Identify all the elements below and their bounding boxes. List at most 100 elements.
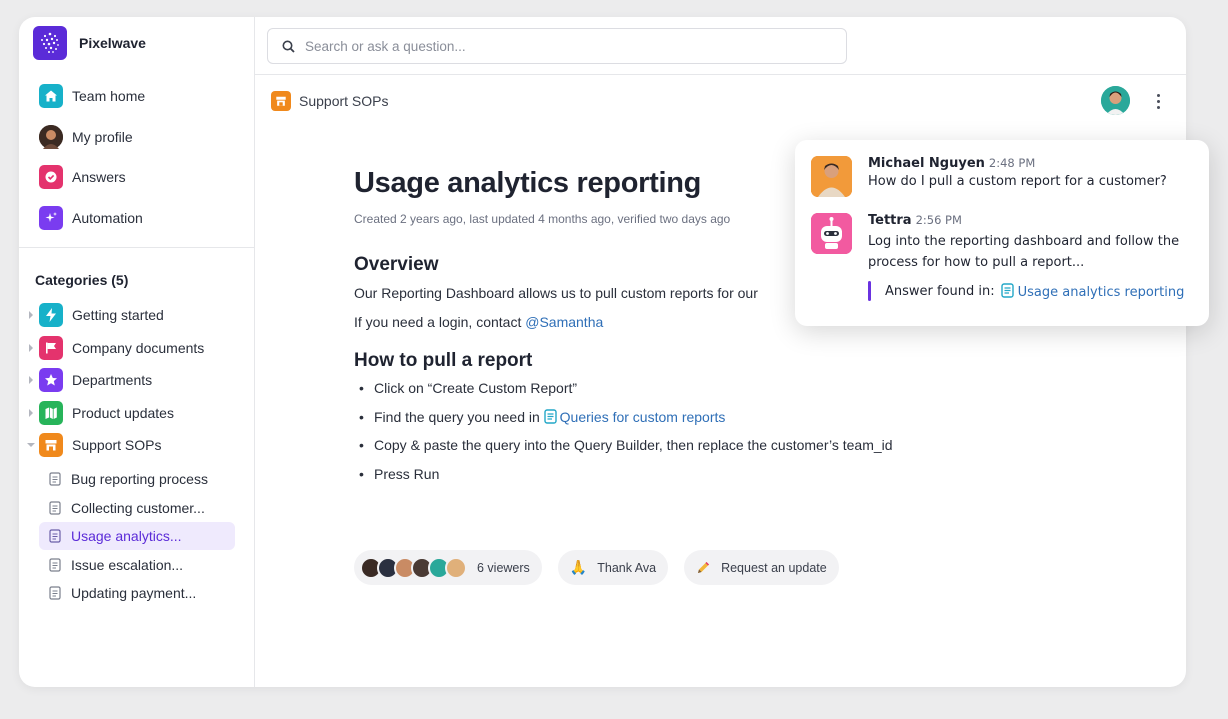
message-text: Log into the reporting dashboard and fol… [868, 234, 1180, 270]
doc-collecting-customer[interactable]: Collecting customer... [39, 494, 235, 522]
category-label: Company documents [72, 339, 205, 356]
message-author: Tettra 2:56 PM [868, 213, 1188, 228]
category-departments[interactable]: Departments [23, 367, 204, 393]
more-options-icon[interactable] [1151, 90, 1165, 112]
answers-icon [39, 165, 63, 190]
store-icon [39, 433, 63, 457]
queries-link[interactable]: Queries for custom reports [543, 408, 726, 425]
store-icon [271, 91, 291, 111]
nav-team-home[interactable]: Team home [39, 83, 145, 109]
step-item: Click on “Create Custom Report” [354, 380, 994, 409]
chat-message-user: Michael Nguyen 2:48 PM How do I pull a cu… [811, 156, 1167, 197]
nav-label: Automation [72, 209, 143, 226]
avatar [811, 156, 852, 197]
main-nav: Team home My profile Answers Automation [39, 83, 145, 245]
doc-label: Bug reporting process [71, 471, 208, 487]
sparkle-icon [39, 205, 63, 230]
home-icon [39, 84, 63, 108]
category-label: Getting started [72, 307, 164, 323]
sidebar-divider [19, 247, 255, 248]
doc-label: Issue escalation... [71, 556, 184, 573]
doc-label: Updating payment... [71, 585, 197, 602]
thank-label: Thank Ava [597, 560, 657, 575]
doc-list: Bug reporting process Collecting custome… [39, 465, 235, 608]
nav-label: My profile [72, 128, 133, 145]
profile-avatar [39, 124, 63, 149]
chevron-right-icon[interactable] [23, 343, 39, 352]
article-actions: 6 viewers 🙏 Thank Ava Request an update [354, 550, 839, 585]
user-avatar[interactable] [1101, 86, 1130, 115]
request-label: Request an update [721, 560, 827, 575]
document-icon [49, 500, 61, 515]
doc-usage-analytics[interactable]: Usage analytics... [39, 522, 235, 551]
author-name: Tettra [868, 213, 912, 228]
step-item: Find the query you need in Queries for c… [354, 409, 994, 438]
mention-samantha[interactable]: @Samantha [525, 314, 603, 330]
viewers-pill[interactable]: 6 viewers [354, 550, 542, 585]
document-icon [49, 472, 61, 486]
category-support-sops[interactable]: Support SOPs [23, 432, 204, 458]
chevron-right-icon[interactable] [23, 408, 39, 417]
category-company-documents[interactable]: Company documents [23, 335, 204, 361]
app-window: Pixelwave Team home My profile Answers A… [19, 17, 1186, 687]
breadcrumb[interactable]: Support SOPs [271, 91, 389, 111]
message-body: Tettra 2:56 PM Log into the reporting das… [868, 213, 1188, 301]
search-input[interactable] [305, 38, 805, 54]
viewer-avatars [360, 556, 467, 579]
pencil-icon [698, 562, 710, 573]
categories-heading: Categories (5) [35, 272, 129, 288]
doc-label: Usage analytics... [71, 528, 182, 545]
category-label: Support SOPs [72, 437, 162, 453]
message-text: How do I pull a custom report for a cust… [868, 174, 1167, 189]
queries-link-label: Queries for custom reports [559, 408, 726, 425]
praying-hands-icon: 🙏 [569, 559, 588, 575]
doc-issue-escalation[interactable]: Issue escalation... [39, 551, 235, 579]
document-icon [1000, 282, 1014, 298]
avatar [445, 556, 467, 579]
author-name: Michael Nguyen [868, 156, 985, 171]
document-icon [49, 558, 61, 572]
chevron-right-icon[interactable] [23, 311, 39, 319]
document-icon [543, 408, 557, 424]
answer-source-label: Answer found in: [885, 283, 995, 299]
message-author: Michael Nguyen 2:48 PM [868, 156, 1167, 171]
message-body: Michael Nguyen 2:48 PM How do I pull a cu… [868, 156, 1167, 197]
doc-label: Collecting customer... [71, 499, 205, 516]
workspace-brand[interactable]: Pixelwave [33, 26, 146, 60]
category-list: Getting started Company documents Depart… [23, 302, 204, 465]
breadcrumb-label: Support SOPs [299, 93, 389, 109]
search-bar[interactable] [267, 28, 847, 64]
thank-button[interactable]: 🙏 Thank Ava [557, 550, 669, 585]
steps-list: Click on “Create Custom Report” Find the… [354, 380, 994, 494]
step-item: Press Run [354, 466, 994, 495]
step-text: Find the query you need in [374, 408, 544, 425]
nav-answers[interactable]: Answers [39, 164, 145, 190]
category-getting-started[interactable]: Getting started [23, 302, 204, 328]
howto-heading: How to pull a report [354, 350, 533, 371]
accent-bar [868, 281, 871, 301]
map-icon [39, 400, 63, 425]
answer-source-link-label: Usage analytics reporting [1017, 284, 1185, 300]
nav-my-profile[interactable]: My profile [39, 124, 145, 150]
doc-bug-reporting-process[interactable]: Bug reporting process [39, 465, 235, 493]
document-icon [49, 586, 61, 600]
message-time: 2:48 PM [988, 156, 1036, 170]
category-product-updates[interactable]: Product updates [23, 400, 204, 426]
nav-label: Answers [72, 169, 126, 186]
category-label: Product updates [72, 404, 174, 421]
doc-updating-payment[interactable]: Updating payment... [39, 579, 235, 607]
chat-popup: Michael Nguyen 2:48 PM How do I pull a cu… [795, 140, 1209, 326]
chevron-right-icon[interactable] [23, 376, 39, 384]
chevron-down-icon[interactable] [23, 442, 39, 448]
chat-message-bot: Tettra 2:56 PM Log into the reporting das… [811, 213, 1188, 301]
search-icon [282, 40, 295, 53]
nav-label: Team home [72, 88, 146, 104]
nav-automation[interactable]: Automation [39, 205, 145, 231]
pixelwave-logo-icon [33, 26, 67, 60]
tettra-bot-avatar [811, 213, 852, 254]
bolt-icon [39, 303, 63, 327]
login-text-prefix: If you need a login, contact [354, 314, 526, 330]
document-icon [49, 529, 61, 543]
answer-source-link[interactable]: Usage analytics reporting [1000, 282, 1185, 300]
request-update-button[interactable]: Request an update [684, 550, 839, 585]
